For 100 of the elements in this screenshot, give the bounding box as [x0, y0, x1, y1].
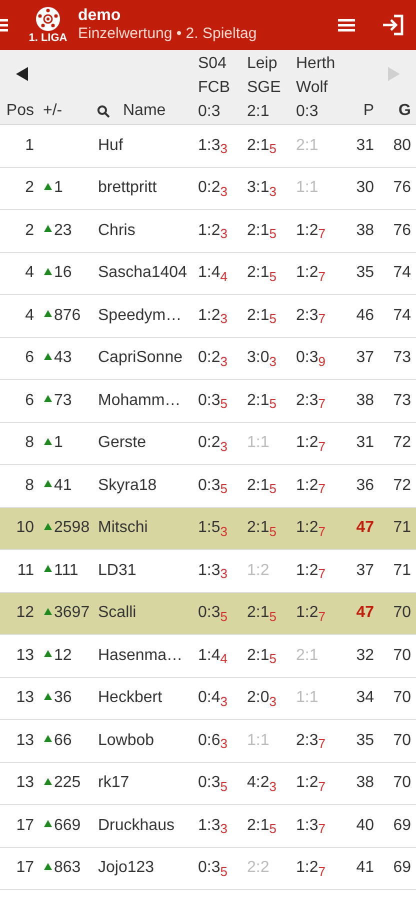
tip-score: 1:3$_{3}$ [198, 136, 228, 154]
tip-score: 1:2$_{7}$ [296, 264, 326, 282]
up-triangle-icon [44, 650, 52, 658]
up-triangle-icon [44, 862, 52, 870]
up-triangle-icon [44, 438, 52, 445]
tip-score: 1:5$_{3}$ [198, 519, 228, 536]
tip-score: 2:0$_{3}$ [247, 689, 276, 706]
rank-change: 1 [54, 433, 63, 454]
rank-change: 73 [54, 390, 72, 411]
up-triangle-icon [44, 225, 52, 232]
player-name: brettpritt [98, 178, 158, 198]
player-name: Mohamm… [98, 390, 182, 411]
away-team: Wolf [296, 78, 329, 98]
round-points: 31 [355, 433, 374, 454]
tip-score: 0:3$_{9}$ [296, 349, 326, 366]
round-points: 37 [355, 560, 374, 581]
rank-change: 669 [54, 816, 81, 836]
tip-score: 2:2 [247, 859, 270, 876]
tip-score: 1:2$_{7}$ [296, 434, 326, 452]
up-triangle-icon [44, 608, 52, 615]
rank-change: 111 [54, 560, 78, 581]
total-points: 70 [392, 603, 411, 624]
tip-score: 3:1$_{3}$ [247, 179, 276, 196]
position: 10 [15, 518, 34, 538]
table-row[interactable]: 17 863 Jojo123 0:3$_{5}$ 2:2 1:2$_{7}$ 41 69 [0, 848, 416, 890]
home-team: S04 [198, 54, 228, 74]
app-title: demo [78, 7, 122, 25]
total-points: 69 [392, 816, 411, 836]
round-points: 38 [355, 390, 374, 411]
rank-change: 876 [54, 306, 81, 326]
table-row[interactable]: 10 2598 Mitschi 1:5$_{3}$ 2:1$_{5}$ 1:2$_{7}$ 47 71 [0, 508, 416, 550]
position: 2 [24, 178, 34, 198]
round-points: 32 [355, 646, 374, 666]
position: 17 [15, 858, 34, 878]
player-name: Hasenma… [98, 646, 184, 666]
total-points: 73 [392, 348, 411, 368]
tip-score: 1:2$_{7}$ [296, 519, 326, 536]
total-points: 76 [392, 178, 411, 198]
home-team: Leip [247, 54, 278, 74]
table-row[interactable]: 4 16 Sascha1404 1:4$_{4}$ 2:1$_{5}$ 1:2$_{7}$ 35 74 [0, 252, 416, 295]
round-points: 35 [355, 730, 374, 751]
total-points: 70 [392, 646, 411, 666]
rank-change: 23 [54, 220, 72, 241]
position: 13 [15, 773, 34, 794]
logout-icon[interactable] [382, 14, 404, 36]
previous-arrow-icon[interactable] [16, 67, 28, 81]
table-row[interactable]: 13 225 rk17 0:3$_{5}$ 4:2$_{3}$ 1:2$_{7}$ 38 70 [0, 762, 416, 805]
player-name: Jojo123 [98, 858, 156, 878]
tip-score: 1:4$_{4}$ [198, 646, 228, 664]
rank-change: 1 [54, 178, 63, 198]
round-points: 37 [355, 348, 374, 368]
total-points: 72 [392, 433, 411, 454]
tip-score: 0:4$_{3}$ [198, 689, 228, 706]
tip-score: 1:3$_{3}$ [198, 816, 228, 834]
tip-score: 1:2$_{7}$ [296, 774, 326, 792]
table-row[interactable]: 8 1 Gerste 0:2$_{3}$ 1:1 1:2$_{7}$ 31 72 [0, 422, 416, 465]
position: 8 [24, 476, 34, 496]
up-triangle-icon [44, 352, 52, 360]
tip-score: 2:1$_{5}$ [247, 816, 276, 834]
points-heading: P [362, 101, 374, 121]
table-row[interactable]: 2 1 brettpritt 0:2$_{3}$ 3:1$_{3}$ 1:1 30 76 [0, 168, 416, 210]
player-name: Skyra18 [98, 476, 158, 496]
tip-score: 1:3$_{3}$ [198, 562, 228, 579]
game-result: 0:3 [296, 102, 320, 122]
up-triangle-icon [44, 182, 52, 190]
tip-score: 2:1$_{5}$ [247, 392, 276, 409]
table-row[interactable]: 6 43 CapriSonne 0:2$_{3}$ 3:0$_{3}$ 0:3$_{9}$ 37 73 [0, 338, 416, 380]
total-points: 76 [392, 220, 411, 241]
round-points: 47 [355, 518, 374, 538]
up-triangle-icon [44, 310, 52, 318]
table-row[interactable]: 13 36 Heckbert 0:4$_{3}$ 2:0$_{3}$ 1:1 34 70 [0, 678, 416, 720]
tip-score: 2:3$_{7}$ [296, 392, 326, 409]
round-points: 30 [355, 178, 374, 198]
total-points: 73 [392, 390, 411, 411]
player-name: CapriSonne [98, 348, 184, 368]
name-heading: Name [123, 101, 166, 121]
position: 12 [15, 603, 34, 624]
player-name: Gerste [98, 433, 148, 454]
table-row[interactable]: 12 3697 Scalli 0:3$_{5}$ 2:1$_{5}$ 1:2$_{7}$ 47 70 [0, 592, 416, 635]
tip-score: 2:1$_{5}$ [247, 136, 276, 154]
total-points: 74 [392, 263, 411, 284]
round-points: 38 [355, 773, 374, 794]
tip-score: 0:6$_{3}$ [198, 732, 228, 749]
tip-score: 4:2$_{3}$ [247, 774, 276, 792]
tip-score: 1:2$_{7}$ [296, 859, 326, 876]
menu-icon[interactable] [338, 18, 355, 32]
tip-score: 1:4$_{4}$ [198, 264, 228, 282]
up-triangle-icon [44, 735, 52, 742]
tip-score: 1:1 [296, 689, 318, 706]
tip-score: 1:2$_{7}$ [296, 604, 326, 622]
search-icon[interactable] [97, 104, 110, 118]
position: 2 [24, 220, 34, 241]
tip-score: 2:1$_{5}$ [247, 519, 276, 536]
rank-change: 12 [54, 646, 72, 666]
away-team: SGE [247, 78, 282, 98]
tip-score: 1:1 [296, 179, 318, 196]
up-triangle-icon [44, 522, 52, 530]
tip-score: 2:1 [296, 646, 318, 664]
tip-score: 3:0$_{3}$ [247, 349, 276, 366]
rank-change: 863 [54, 858, 81, 878]
